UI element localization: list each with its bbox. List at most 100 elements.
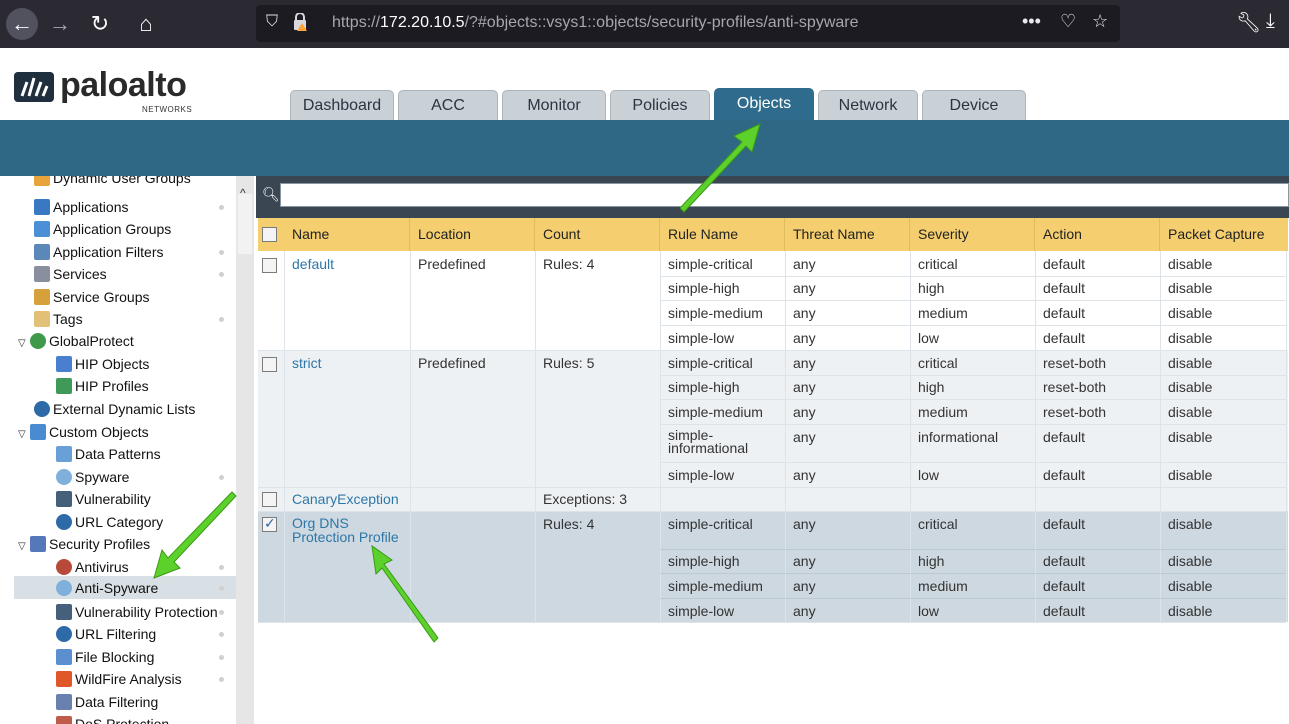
expand-triangle-icon[interactable]: ▽: [18, 536, 30, 558]
home-icon[interactable]: ⌂: [130, 8, 162, 40]
search-icon: 🔍︎: [262, 186, 280, 202]
filter-input[interactable]: [280, 183, 1289, 207]
rule-name: simple-informational: [668, 427, 749, 456]
objects-sidebar: Dynamic User Groups Applications Applica…: [14, 176, 254, 724]
profile-name-link[interactable]: Org DNS Protection Profile: [284, 516, 406, 544]
severity: critical: [918, 355, 958, 371]
sidebar-item-hip-profiles[interactable]: HIP Profiles: [56, 375, 149, 397]
sidebar-scrollbar[interactable]: [236, 176, 254, 724]
profile-location: Predefined: [418, 256, 486, 272]
row-checkbox[interactable]: [262, 258, 277, 273]
threat-name: any: [793, 516, 816, 532]
threat-name: any: [793, 553, 816, 569]
sidebar-item-file-blocking[interactable]: File Blocking: [56, 646, 154, 668]
threat-name: any: [793, 355, 816, 371]
reload-icon[interactable]: ↻: [84, 8, 116, 40]
sidebar-item-anti-spyware[interactable]: Anti-Spyware: [56, 577, 158, 599]
sidebar-item-application-groups[interactable]: Application Groups: [34, 218, 171, 240]
data-pattern-icon: [56, 446, 72, 462]
action: default: [1043, 330, 1086, 346]
status-dot: [219, 677, 224, 682]
more-actions-icon[interactable]: •••: [1022, 11, 1041, 32]
column-header-threat-name[interactable]: Threat Name: [785, 218, 910, 251]
sidebar-item-url-category[interactable]: URL Category: [56, 511, 163, 533]
profile-name-link[interactable]: default: [284, 256, 334, 272]
sidebar-item-data-filtering[interactable]: Data Filtering: [56, 691, 158, 713]
expand-triangle-icon[interactable]: ▽: [18, 333, 30, 355]
tab-objects[interactable]: Objects: [714, 88, 814, 120]
pocket-icon[interactable]: ♡: [1060, 11, 1076, 32]
sidebar-item-tags[interactable]: Tags: [34, 308, 83, 330]
column-header-action[interactable]: Action: [1035, 218, 1160, 251]
sidebar-item-services[interactable]: Services: [34, 263, 107, 285]
address-bar[interactable]: ⛉ https://172.20.10.5/?#objects::vsys1::…: [256, 5, 1120, 42]
sidebar-item-data-patterns[interactable]: Data Patterns: [56, 443, 161, 465]
bookmark-star-icon[interactable]: ☆: [1092, 11, 1108, 32]
sidebar-item-security-profiles[interactable]: ▽ Security Profiles: [18, 533, 150, 555]
select-all-checkbox[interactable]: [262, 227, 277, 242]
packet-capture: disable: [1168, 305, 1213, 321]
row-checkbox[interactable]: [262, 357, 277, 372]
threat-name: any: [793, 404, 816, 420]
sidebar-item-hip-objects[interactable]: HIP Objects: [56, 353, 149, 375]
sidebar-item-service-groups[interactable]: Service Groups: [34, 286, 149, 308]
sidebar-item-spyware[interactable]: Spyware: [56, 466, 129, 488]
status-dot: [219, 272, 224, 277]
profile-name-link[interactable]: strict: [284, 355, 322, 371]
threat-name: any: [793, 603, 816, 619]
tab-acc[interactable]: ACC: [398, 90, 498, 120]
sidebar-scroll-thumb[interactable]: [238, 194, 252, 254]
row-checkbox[interactable]: [262, 492, 277, 507]
sidebar-item-applications[interactable]: Applications: [34, 196, 129, 218]
action: default: [1043, 256, 1086, 272]
tab-network[interactable]: Network: [818, 90, 918, 120]
sidebar-item-dynamic-user-groups[interactable]: Dynamic User Groups: [34, 176, 191, 189]
vulnerability-shield-icon: [56, 491, 72, 507]
sidebar-item-dos-protection[interactable]: DoS Protection: [56, 713, 169, 724]
download-icon[interactable]: ⤓: [1266, 10, 1275, 33]
sidebar-item-vulnerability[interactable]: Vulnerability: [56, 488, 151, 510]
sidebar-item-globalprotect[interactable]: ▽ GlobalProtect: [18, 330, 134, 352]
sidebar-item-wildfire-analysis[interactable]: WildFire Analysis: [56, 668, 182, 690]
column-header-name[interactable]: Name: [284, 218, 410, 251]
sidebar-item-application-filters[interactable]: Application Filters: [34, 241, 164, 263]
back-arrow-icon[interactable]: ←: [6, 8, 38, 40]
sidebar-item-external-dynamic-lists[interactable]: External Dynamic Lists: [34, 398, 195, 420]
wrench-icon[interactable]: 🔧︎: [1236, 10, 1261, 35]
packet-capture: disable: [1168, 553, 1213, 569]
url-text[interactable]: https://172.20.10.5/?#objects::vsys1::ob…: [332, 14, 859, 32]
grid-line: [660, 598, 1286, 599]
tab-policies[interactable]: Policies: [610, 90, 710, 120]
action: reset-both: [1043, 379, 1107, 395]
column-header-count[interactable]: Count: [535, 218, 660, 251]
shield-icon[interactable]: ⛉: [266, 13, 278, 31]
tab-device[interactable]: Device: [922, 90, 1026, 120]
sidebar-item-url-filtering[interactable]: URL Filtering: [56, 623, 156, 645]
tab-monitor[interactable]: Monitor: [502, 90, 606, 120]
column-header-rule-name[interactable]: Rule Name: [660, 218, 785, 251]
sidebar-item-custom-objects[interactable]: ▽ Custom Objects: [18, 421, 149, 443]
custom-object-icon: [30, 424, 46, 440]
forward-arrow-icon[interactable]: →: [44, 8, 76, 40]
expand-triangle-icon[interactable]: ▽: [18, 424, 30, 446]
column-header-packet-capture[interactable]: Packet Capture: [1160, 218, 1288, 251]
filter-bar: 🔍︎: [256, 176, 1289, 218]
profile-name-link[interactable]: CanaryException: [284, 491, 399, 507]
grid-line: [660, 276, 1286, 277]
column-header-location[interactable]: Location: [410, 218, 535, 251]
wildfire-icon: [56, 671, 72, 687]
status-dot: [219, 565, 224, 570]
action: default: [1043, 578, 1086, 594]
sidebar-item-antivirus[interactable]: Antivirus: [56, 556, 129, 578]
grid-line: [258, 487, 1286, 488]
rule-name: simple-low: [668, 330, 735, 346]
status-dot: [219, 610, 224, 615]
sidebar-item-vulnerability-protection[interactable]: Vulnerability Protection: [56, 601, 218, 623]
lock-warning-icon[interactable]: [292, 13, 308, 31]
file-blocking-icon: [56, 649, 72, 665]
grid-line: [410, 251, 411, 622]
tab-dashboard[interactable]: Dashboard: [290, 90, 394, 120]
row-checkbox-checked[interactable]: [262, 515, 277, 532]
scroll-up-arrow-icon[interactable]: ^: [240, 186, 246, 200]
column-header-severity[interactable]: Severity: [910, 218, 1035, 251]
